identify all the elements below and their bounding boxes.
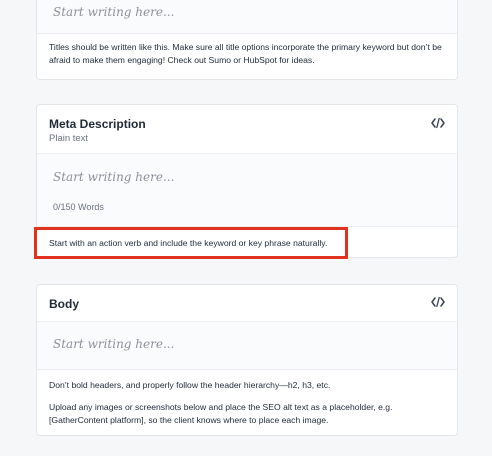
meta-description-editor[interactable]: Start writing here... 0/150 Words: [37, 154, 457, 227]
title-field-card: Start writing here... Titles should be w…: [36, 0, 458, 80]
title-editor[interactable]: Start writing here...: [37, 0, 457, 34]
body-card: Body Start writing here... Don’t bold he…: [36, 284, 458, 436]
body-editor[interactable]: Start writing here...: [37, 322, 457, 370]
code-brackets-icon[interactable]: [431, 117, 445, 129]
meta-description-card: Meta Description Plain text Start writin…: [36, 104, 458, 258]
meta-description-help-text: Start with an action verb and include th…: [49, 238, 328, 248]
meta-description-placeholder: Start writing here...: [53, 170, 175, 184]
code-brackets-icon[interactable]: [431, 296, 445, 308]
body-header: Body: [37, 285, 457, 322]
meta-description-subtitle: Plain text: [49, 133, 89, 144]
body-placeholder: Start writing here...: [53, 337, 175, 351]
title-placeholder: Start writing here...: [53, 5, 175, 19]
body-title: Body: [49, 297, 79, 311]
word-counter: 0/150 Words: [53, 202, 104, 212]
title-help-text: Titles should be written like this. Make…: [49, 42, 442, 65]
meta-description-title: Meta Description: [49, 117, 146, 131]
content-editor-page: Start writing here... Titles should be w…: [0, 0, 492, 456]
body-help-text-1: Don’t bold headers, and properly follow …: [49, 380, 331, 390]
meta-description-header: Meta Description Plain text: [37, 105, 457, 154]
body-help-text-2: Upload any images or screenshots below a…: [49, 402, 393, 425]
